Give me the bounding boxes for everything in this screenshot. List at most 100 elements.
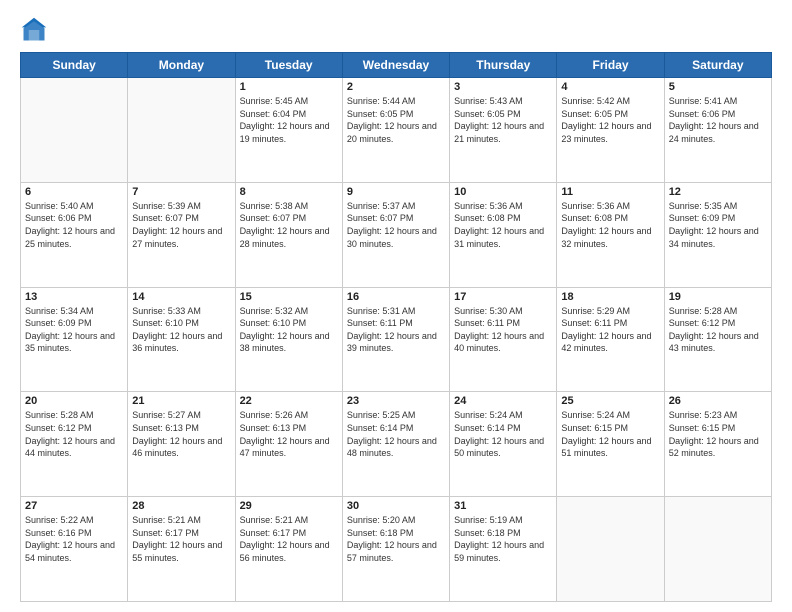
- day-number: 14: [132, 291, 230, 303]
- day-info: Sunrise: 5:28 AM Sunset: 6:12 PM Dayligh…: [669, 305, 767, 355]
- day-info: Sunrise: 5:39 AM Sunset: 6:07 PM Dayligh…: [132, 200, 230, 250]
- day-cell-14: 14 Sunrise: 5:33 AM Sunset: 6:10 PM Dayli…: [128, 287, 235, 392]
- day-cell-2: 2 Sunrise: 5:44 AM Sunset: 6:05 PM Daylig…: [342, 78, 449, 183]
- day-cell-31: 31Sunrise: 5:19 AM Sunset: 6:18 PM Dayli…: [450, 497, 557, 602]
- day-cell-15: 15 Sunrise: 5:32 AM Sunset: 6:10 PM Dayli…: [235, 287, 342, 392]
- logo-icon: [20, 16, 48, 44]
- day-number: 20: [25, 395, 123, 407]
- day-number: 27: [25, 500, 123, 512]
- week-row-4: 20 Sunrise: 5:28 AM Sunset: 6:12 PM Dayli…: [21, 392, 772, 497]
- day-number: 10: [454, 186, 552, 198]
- day-cell-1: 1 Sunrise: 5:45 AM Sunset: 6:04 PM Daylig…: [235, 78, 342, 183]
- day-number: 1: [240, 81, 338, 93]
- day-number: 23: [347, 395, 445, 407]
- calendar-table: SundayMondayTuesdayWednesdayThursdayFrid…: [20, 52, 772, 602]
- day-info: Sunrise: 5:23 AM Sunset: 6:15 PM Dayligh…: [669, 409, 767, 459]
- weekday-header-row: SundayMondayTuesdayWednesdayThursdayFrid…: [21, 53, 772, 78]
- day-cell-4: 4Sunrise: 5:42 AM Sunset: 6:05 PM Daylig…: [557, 78, 664, 183]
- day-number: 24: [454, 395, 552, 407]
- day-number: 17: [454, 291, 552, 303]
- day-cell-11: 11 Sunrise: 5:36 AM Sunset: 6:08 PM Dayli…: [557, 182, 664, 287]
- day-info: Sunrise: 5:36 AM Sunset: 6:08 PM Dayligh…: [561, 200, 659, 250]
- day-number: 26: [669, 395, 767, 407]
- day-info: Sunrise: 5:44 AM Sunset: 6:05 PM Dayligh…: [347, 95, 445, 145]
- day-number: 21: [132, 395, 230, 407]
- day-info: Sunrise: 5:38 AM Sunset: 6:07 PM Dayligh…: [240, 200, 338, 250]
- day-number: 6: [25, 186, 123, 198]
- day-info: Sunrise: 5:35 AM Sunset: 6:09 PM Dayligh…: [669, 200, 767, 250]
- day-info: Sunrise: 5:37 AM Sunset: 6:07 PM Dayligh…: [347, 200, 445, 250]
- day-cell-30: 30 Sunrise: 5:20 AM Sunset: 6:18 PM Dayli…: [342, 497, 449, 602]
- day-cell-8: 8 Sunrise: 5:38 AM Sunset: 6:07 PM Daylig…: [235, 182, 342, 287]
- day-number: 19: [669, 291, 767, 303]
- day-info: Sunrise: 5:36 AM Sunset: 6:08 PM Dayligh…: [454, 200, 552, 250]
- day-number: 28: [132, 500, 230, 512]
- day-info: Sunrise: 5:25 AM Sunset: 6:14 PM Dayligh…: [347, 409, 445, 459]
- weekday-header-saturday: Saturday: [664, 53, 771, 78]
- day-number: 15: [240, 291, 338, 303]
- week-row-5: 27 Sunrise: 5:22 AM Sunset: 6:16 PM Dayli…: [21, 497, 772, 602]
- empty-cell: [557, 497, 664, 602]
- day-info: Sunrise: 5:26 AM Sunset: 6:13 PM Dayligh…: [240, 409, 338, 459]
- day-cell-12: 12 Sunrise: 5:35 AM Sunset: 6:09 PM Dayli…: [664, 182, 771, 287]
- day-cell-19: 19 Sunrise: 5:28 AM Sunset: 6:12 PM Dayli…: [664, 287, 771, 392]
- day-info: Sunrise: 5:24 AM Sunset: 6:15 PM Dayligh…: [561, 409, 659, 459]
- day-cell-10: 10 Sunrise: 5:36 AM Sunset: 6:08 PM Dayli…: [450, 182, 557, 287]
- day-info: Sunrise: 5:41 AM Sunset: 6:06 PM Dayligh…: [669, 95, 767, 145]
- day-cell-26: 26 Sunrise: 5:23 AM Sunset: 6:15 PM Dayli…: [664, 392, 771, 497]
- header: [20, 16, 772, 44]
- day-cell-9: 9Sunrise: 5:37 AM Sunset: 6:07 PM Daylig…: [342, 182, 449, 287]
- weekday-header-friday: Friday: [557, 53, 664, 78]
- day-number: 13: [25, 291, 123, 303]
- day-number: 5: [669, 81, 767, 93]
- day-cell-13: 13 Sunrise: 5:34 AM Sunset: 6:09 PM Dayli…: [21, 287, 128, 392]
- day-number: 22: [240, 395, 338, 407]
- week-row-2: 6Sunrise: 5:40 AM Sunset: 6:06 PM Daylig…: [21, 182, 772, 287]
- day-number: 16: [347, 291, 445, 303]
- day-cell-25: 25 Sunrise: 5:24 AM Sunset: 6:15 PM Dayli…: [557, 392, 664, 497]
- day-number: 11: [561, 186, 659, 198]
- day-info: Sunrise: 5:29 AM Sunset: 6:11 PM Dayligh…: [561, 305, 659, 355]
- weekday-header-wednesday: Wednesday: [342, 53, 449, 78]
- day-info: Sunrise: 5:31 AM Sunset: 6:11 PM Dayligh…: [347, 305, 445, 355]
- page: SundayMondayTuesdayWednesdayThursdayFrid…: [0, 0, 792, 612]
- day-info: Sunrise: 5:22 AM Sunset: 6:16 PM Dayligh…: [25, 514, 123, 564]
- day-info: Sunrise: 5:33 AM Sunset: 6:10 PM Dayligh…: [132, 305, 230, 355]
- day-info: Sunrise: 5:28 AM Sunset: 6:12 PM Dayligh…: [25, 409, 123, 459]
- day-number: 29: [240, 500, 338, 512]
- day-info: Sunrise: 5:21 AM Sunset: 6:17 PM Dayligh…: [240, 514, 338, 564]
- empty-cell: [21, 78, 128, 183]
- day-cell-23: 23 Sunrise: 5:25 AM Sunset: 6:14 PM Dayli…: [342, 392, 449, 497]
- day-number: 18: [561, 291, 659, 303]
- day-number: 4: [561, 81, 659, 93]
- day-info: Sunrise: 5:20 AM Sunset: 6:18 PM Dayligh…: [347, 514, 445, 564]
- day-number: 7: [132, 186, 230, 198]
- day-info: Sunrise: 5:24 AM Sunset: 6:14 PM Dayligh…: [454, 409, 552, 459]
- weekday-header-monday: Monday: [128, 53, 235, 78]
- day-number: 30: [347, 500, 445, 512]
- weekday-header-thursday: Thursday: [450, 53, 557, 78]
- empty-cell: [128, 78, 235, 183]
- day-number: 25: [561, 395, 659, 407]
- weekday-header-tuesday: Tuesday: [235, 53, 342, 78]
- day-info: Sunrise: 5:32 AM Sunset: 6:10 PM Dayligh…: [240, 305, 338, 355]
- empty-cell: [664, 497, 771, 602]
- day-info: Sunrise: 5:45 AM Sunset: 6:04 PM Dayligh…: [240, 95, 338, 145]
- day-cell-5: 5 Sunrise: 5:41 AM Sunset: 6:06 PM Daylig…: [664, 78, 771, 183]
- day-cell-3: 3Sunrise: 5:43 AM Sunset: 6:05 PM Daylig…: [450, 78, 557, 183]
- day-cell-16: 16 Sunrise: 5:31 AM Sunset: 6:11 PM Dayli…: [342, 287, 449, 392]
- day-cell-7: 7 Sunrise: 5:39 AM Sunset: 6:07 PM Daylig…: [128, 182, 235, 287]
- day-info: Sunrise: 5:27 AM Sunset: 6:13 PM Dayligh…: [132, 409, 230, 459]
- day-info: Sunrise: 5:34 AM Sunset: 6:09 PM Dayligh…: [25, 305, 123, 355]
- day-info: Sunrise: 5:21 AM Sunset: 6:17 PM Dayligh…: [132, 514, 230, 564]
- day-number: 31: [454, 500, 552, 512]
- day-number: 8: [240, 186, 338, 198]
- day-cell-18: 18 Sunrise: 5:29 AM Sunset: 6:11 PM Dayli…: [557, 287, 664, 392]
- day-number: 2: [347, 81, 445, 93]
- day-cell-17: 17Sunrise: 5:30 AM Sunset: 6:11 PM Dayli…: [450, 287, 557, 392]
- day-cell-6: 6Sunrise: 5:40 AM Sunset: 6:06 PM Daylig…: [21, 182, 128, 287]
- day-number: 12: [669, 186, 767, 198]
- day-cell-21: 21 Sunrise: 5:27 AM Sunset: 6:13 PM Dayli…: [128, 392, 235, 497]
- weekday-header-sunday: Sunday: [21, 53, 128, 78]
- week-row-1: 1 Sunrise: 5:45 AM Sunset: 6:04 PM Daylig…: [21, 78, 772, 183]
